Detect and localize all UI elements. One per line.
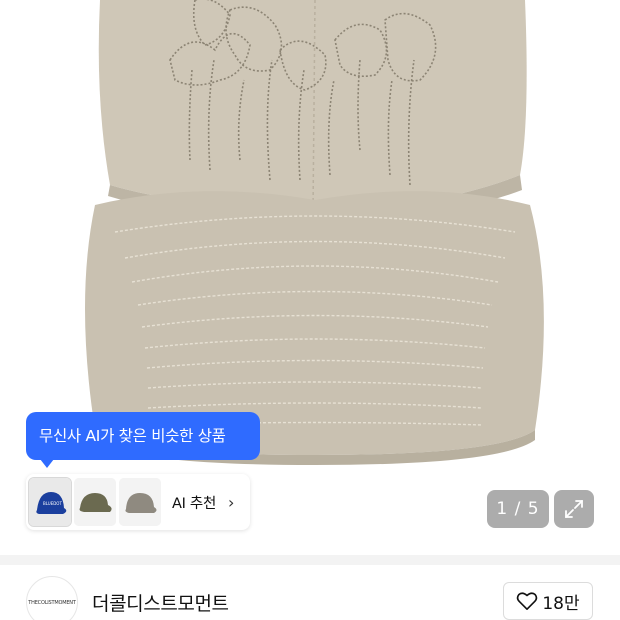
expand-image-button[interactable] [554,490,594,528]
ai-tooltip-text: 무신사 AI가 찾은 비슷한 상품 [39,427,226,445]
cap-photo-icon [0,0,620,555]
olive-cap-thumbnail-icon [74,478,116,526]
ai-recommend-label: AI 추천 [172,495,216,512]
section-divider [0,555,620,565]
shop-name[interactable]: 더콜디스트모먼트 [92,589,229,616]
shop-info-row: THECOLISTMOMENT 더콜디스트모먼트 18만 [0,565,620,620]
image-page-counter: 1 / 5 [487,490,549,528]
product-image[interactable] [0,0,620,555]
shop-logo[interactable]: THECOLISTMOMENT [26,576,78,620]
chevron-right-icon: › [228,492,235,512]
expand-icon [565,500,583,518]
heart-icon [517,592,538,610]
ai-recommend-strip[interactable]: BLUEDOT AI 추천 › [26,474,250,530]
like-count: 18만 [542,593,580,614]
gray-cap-thumbnail-icon [119,478,161,526]
like-button[interactable]: 18만 [503,582,593,620]
thumb-logo-text: BLUEDOT [43,501,62,506]
ai-thumb-2[interactable] [74,478,116,526]
ai-thumb-3[interactable] [119,478,161,526]
ai-thumb-1[interactable]: BLUEDOT [28,477,72,527]
ai-recommend-tooltip[interactable]: 무신사 AI가 찾은 비슷한 상품 [26,412,260,468]
blue-cap-thumbnail-icon: BLUEDOT [29,478,71,526]
